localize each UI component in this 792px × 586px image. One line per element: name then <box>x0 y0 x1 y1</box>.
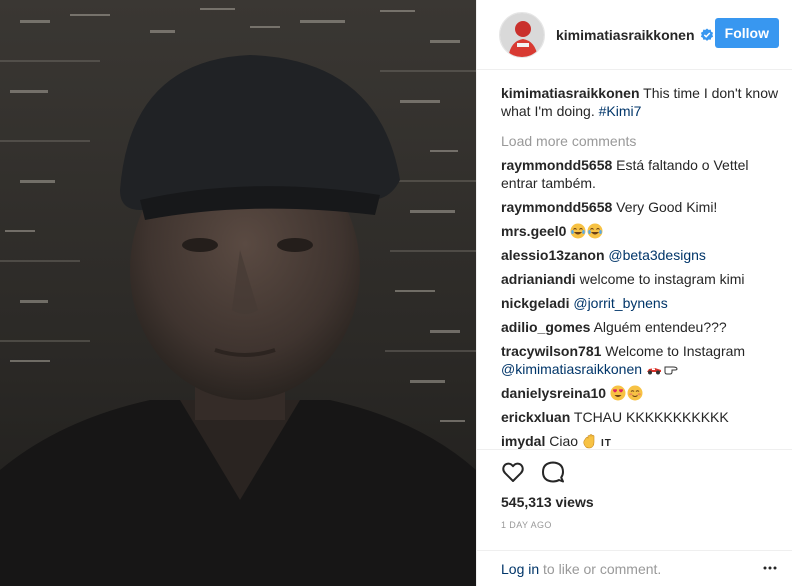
comment-mention[interactable]: @kimimatiasraikkonen <box>501 361 642 377</box>
comment-item: nickgeladi @jorrit_bynens <box>501 294 779 312</box>
comment-icon[interactable] <box>541 460 565 484</box>
actions-divider <box>477 449 792 450</box>
login-bar: Log in to like or comment. <box>477 550 792 586</box>
comment-username[interactable]: raymmondd5658 <box>501 157 612 173</box>
load-more-comments-link[interactable]: Load more comments <box>501 132 779 150</box>
comment-item: alessio13zanon @beta3designs <box>501 246 779 264</box>
post-header: kimimatiasraikkonen Follow <box>477 0 792 70</box>
comment-username[interactable]: imydal <box>501 433 545 449</box>
comment-username[interactable]: adilio_gomes <box>501 319 590 335</box>
login-text: to like or comment. <box>539 561 662 577</box>
caption-username[interactable]: kimimatiasraikkonen <box>501 85 640 101</box>
comment-item: danielysreina10 <box>501 384 779 402</box>
crying-laughing-emoji-icon <box>587 223 603 239</box>
selfie-video-frame <box>0 0 476 586</box>
crying-laughing-emoji-icon <box>570 223 586 239</box>
login-prompt: Log in to like or comment. <box>501 561 661 577</box>
comment-username[interactable]: adrianiandi <box>501 271 576 287</box>
comment-username[interactable]: erickxluan <box>501 409 570 425</box>
comment-username[interactable]: alessio13zanon <box>501 247 605 263</box>
comment-text: TCHAU KKKKKKKKKKK <box>573 409 729 425</box>
comment-item: imydal Ciao IT <box>501 432 779 450</box>
comment-mention[interactable]: @beta3designs <box>608 247 706 263</box>
header-username[interactable]: kimimatiasraikkonen <box>556 27 695 43</box>
heart-eyes-emoji-icon <box>610 385 626 401</box>
post-side-panel: kimimatiasraikkonen Follow kimimatiasrai… <box>476 0 792 586</box>
comment-username[interactable]: danielysreina10 <box>501 385 606 401</box>
more-options-icon[interactable] <box>763 561 777 575</box>
comment-item: erickxluan TCHAU KKKKKKKKKKK <box>501 408 779 426</box>
instagram-post: kimimatiasraikkonen Follow kimimatiasrai… <box>0 0 792 586</box>
heart-icon[interactable] <box>501 460 525 484</box>
waving-hand-emoji-icon <box>583 434 595 449</box>
follow-button[interactable]: Follow <box>714 18 779 48</box>
comment-text: Alguém entendeu??? <box>593 319 727 335</box>
comment-text: welcome to instagram kimi <box>579 271 745 287</box>
comment-item: raymmondd5658 Very Good Kimi! <box>501 198 779 216</box>
comment-text: Very Good Kimi! <box>616 199 718 215</box>
comment-item: raymmondd5658 Está faltando o Vettel ent… <box>501 156 779 192</box>
comment-text: Ciao <box>549 433 579 449</box>
comment-item: mrs.geel0 <box>501 222 779 240</box>
comment-mention[interactable]: @jorrit_bynens <box>573 295 667 311</box>
comment-username[interactable]: tracywilson781 <box>501 343 601 359</box>
comment-item: adrianiandi welcome to instagram kimi <box>501 270 779 288</box>
pointing-hand-emoji-icon <box>664 366 678 375</box>
comment-username[interactable]: raymmondd5658 <box>501 199 612 215</box>
comment-item: tracywilson781 Welcome to Instagram @kim… <box>501 342 779 378</box>
blushing-emoji-icon <box>627 385 643 401</box>
caption: kimimatiasraikkonen This time I don't kn… <box>501 84 779 120</box>
comments-list: kimimatiasraikkonen This time I don't kn… <box>501 84 779 450</box>
post-timestamp: 1 day ago <box>501 520 552 530</box>
post-actions <box>501 460 565 484</box>
comment-item: adilio_gomes Alguém entendeu??? <box>501 318 779 336</box>
verified-badge-icon <box>700 28 713 41</box>
post-media[interactable] <box>0 0 476 586</box>
comment-username[interactable]: nickgeladi <box>501 295 569 311</box>
comment-username[interactable]: mrs.geel0 <box>501 223 566 239</box>
avatar[interactable] <box>499 11 545 58</box>
comment-suffix: IT <box>600 438 612 449</box>
comment-text: Welcome to Instagram <box>605 343 746 359</box>
caption-hashtag[interactable]: #Kimi7 <box>599 103 642 119</box>
login-link[interactable]: Log in <box>501 561 539 577</box>
view-count[interactable]: 545,313 views <box>501 494 594 510</box>
race-car-emoji-icon <box>646 368 661 375</box>
